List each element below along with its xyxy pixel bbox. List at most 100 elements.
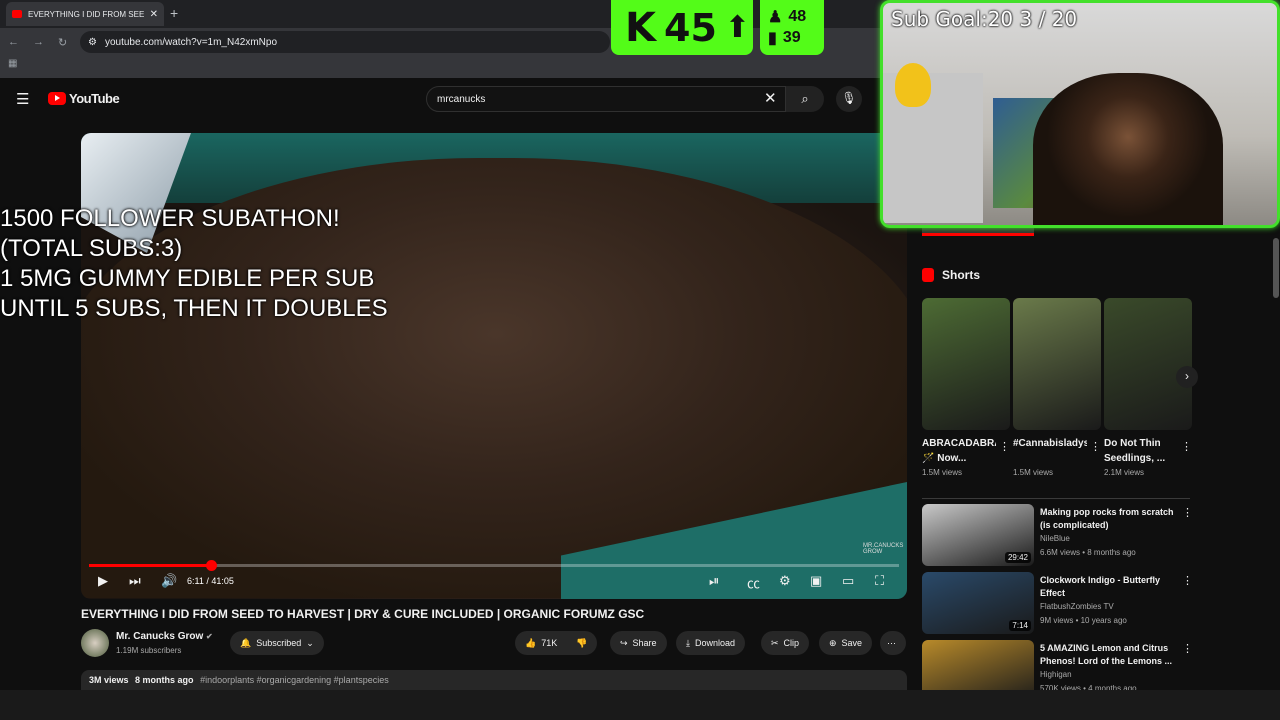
next-icon[interactable]: ⏭ [129,573,141,589]
download-label: Download [694,638,736,648]
followers-count: 48 [788,8,807,25]
verified-icon: ✔ [206,632,213,641]
short-views: 2.1M views [1104,468,1145,477]
menu-icon[interactable]: ☰ [16,90,29,108]
shorts-heading-text: Shorts [942,268,981,282]
followers-icon: ♟ [768,9,783,26]
previous-item-thumbnail[interactable] [922,228,1034,236]
short-thumbnail[interactable] [1104,298,1192,430]
channel-name[interactable]: Highigan [1040,670,1072,679]
short-more-icon[interactable]: ⋮ [1181,440,1192,453]
short-more-icon[interactable]: ⋮ [999,440,1010,453]
thumbs-up-icon: 👍 [525,637,537,648]
video-player[interactable]: MR.CANUCKS GROW ▶ ⏭ 🔊 6:11 / 41:05 ⏯ ㏄ ⚙… [81,133,907,599]
stream-stats-widget: ♟ 48 ▮ 39 [760,0,824,55]
video-title[interactable]: Making pop rocks from scratch (is compli… [1040,506,1180,532]
short-item[interactable]: Do Not Thin Seedlings, ... 2.1M views ⋮ [1104,298,1192,477]
short-more-icon[interactable]: ⋮ [1090,440,1101,453]
scrollbar-thumb[interactable] [1273,238,1279,298]
description-box[interactable]: 3M views 8 months ago #indoorplants #org… [81,670,907,690]
search-icon: ⌕ [801,91,809,106]
short-item[interactable]: ABRACADABRA 🪄 Now... 1.5M views ⋮ [922,298,1010,477]
subathon-overlay-text: 1500 FOLLOWER SUBATHON! (TOTAL SUBS:3) 1… [0,205,388,322]
forward-icon[interactable]: → [33,36,44,48]
short-views: 1.5M views [922,468,963,477]
progress-bar[interactable] [89,560,899,571]
dislike-icon[interactable]: 👎 [576,638,587,649]
like-button[interactable]: 👍 71K 👎 [515,631,598,655]
webcam-overlay: Sub Goal:20 3 / 20 [880,0,1280,228]
viewers-row: ▮ 39 [768,28,801,48]
short-thumbnail[interactable] [922,298,1010,430]
channel-name-text: Mr. Canucks Grow [116,631,204,642]
new-tab-button[interactable]: + [170,5,178,21]
channel-name[interactable]: NileBlue [1040,534,1070,543]
recommended-video[interactable]: 7:14 Clockwork Indigo - Butterfly Effect… [922,572,1193,636]
autoplay-toggle-icon[interactable]: ⏯ [709,573,719,589]
back-icon[interactable]: ← [8,36,19,48]
browser-tab[interactable]: EVERYTHING I DID FROM SEED ✕ [6,2,164,26]
channel-name[interactable]: FlatbushZombies TV [1040,602,1114,611]
url-field[interactable]: ⚙ youtube.com/watch?v=1m_N42xmNpo [80,31,610,53]
video-thumbnail[interactable]: 7:14 [922,572,1034,634]
video-title[interactable]: 5 AMAZING Lemon and Citrus Phenos! Lord … [1040,642,1180,668]
voice-search-button[interactable]: 🎙 [836,86,862,112]
page-scrollbar[interactable] [1272,228,1280,690]
save-button[interactable]: ⊕ Save [819,631,873,655]
subscribed-label: Subscribed [256,638,302,648]
youtube-wordmark: YouTube [69,91,120,106]
fullscreen-icon[interactable]: ⛶ [875,573,884,589]
download-button[interactable]: ⤓ Download [676,631,746,655]
video-thumbnail[interactable]: 29:42 [922,504,1034,566]
scrubber-handle[interactable] [205,560,217,571]
save-label: Save [841,638,863,648]
video-title[interactable]: Clockwork Indigo - Butterfly Effect [1040,574,1180,600]
bell-icon: 🔔 [240,637,252,648]
chevron-right-icon: › [1185,369,1189,383]
settings-gear-icon[interactable]: ⚙ [779,573,791,589]
short-title[interactable]: Do Not Thin Seedlings, ... [1104,436,1178,466]
search-button[interactable]: ⌕ [786,86,824,112]
channel-avatar[interactable] [81,629,109,657]
hashtags[interactable]: #indoorplants #organicgardening #plantsp… [200,675,389,685]
more-options-icon[interactable]: ⋮ [1182,642,1193,655]
search-input[interactable]: mrcanucks [426,86,786,112]
captions-icon[interactable]: ㏄ [747,573,760,592]
short-thumbnail[interactable] [1013,298,1101,430]
reload-icon[interactable]: ↻ [58,36,67,49]
channel-name[interactable]: Mr. Canucks Grow ✔ [116,631,213,642]
subscribed-button[interactable]: 🔔 Subscribed ⌄ [230,631,324,655]
miniplayer-icon[interactable]: ▣ [810,573,822,589]
mic-icon: 🎙 [841,91,857,105]
clear-search-icon[interactable]: ✕ [764,89,777,107]
tab-title: EVERYTHING I DID FROM SEED [28,9,144,19]
scissors-icon: ✂ [771,637,779,648]
tab-close-icon[interactable]: ✕ [150,9,158,20]
up-arrow-icon: ⬆ [724,11,751,44]
more-actions-button[interactable]: ⋯ [880,631,906,655]
more-options-icon[interactable]: ⋮ [1182,574,1193,587]
chevron-down-icon: ⌄ [306,637,314,648]
share-button[interactable]: ↪ Share [610,631,667,655]
short-item[interactable]: #Cannabisladys,#Toppi... 1.5M views ⋮ [1013,298,1101,477]
video-meta: 9M views • 10 years ago [1040,616,1127,625]
shorts-next-button[interactable]: › [1176,366,1198,388]
youtube-logo[interactable]: YouTube [48,91,120,106]
bar-chart-icon: ▮ [768,30,777,47]
volume-icon[interactable]: 🔊 [161,573,177,589]
short-title[interactable]: ABRACADABRA 🪄 Now... [922,436,996,466]
short-title[interactable]: #Cannabisladys,#Toppi... [1013,436,1087,466]
site-info-icon[interactable]: ⚙ [88,37,97,48]
theater-mode-icon[interactable]: ▭ [842,573,854,589]
clip-button[interactable]: ✂ Clip [761,631,810,655]
recommended-video[interactable]: 29:42 Making pop rocks from scratch (is … [922,504,1193,568]
sidebar-divider [922,498,1190,499]
youtube-play-icon [48,92,66,105]
apps-grid-icon[interactable]: ▦ [8,58,17,69]
play-icon[interactable]: ▶ [98,573,108,589]
more-options-icon[interactable]: ⋮ [1182,506,1193,519]
video-watermark: MR.CANUCKS GROW [863,543,904,555]
kick-count: 45 [664,5,717,50]
sub-goal-text: Sub Goal:20 3 / 20 [891,7,1078,31]
kick-counter-widget: K 45 ⬆ [611,0,753,55]
